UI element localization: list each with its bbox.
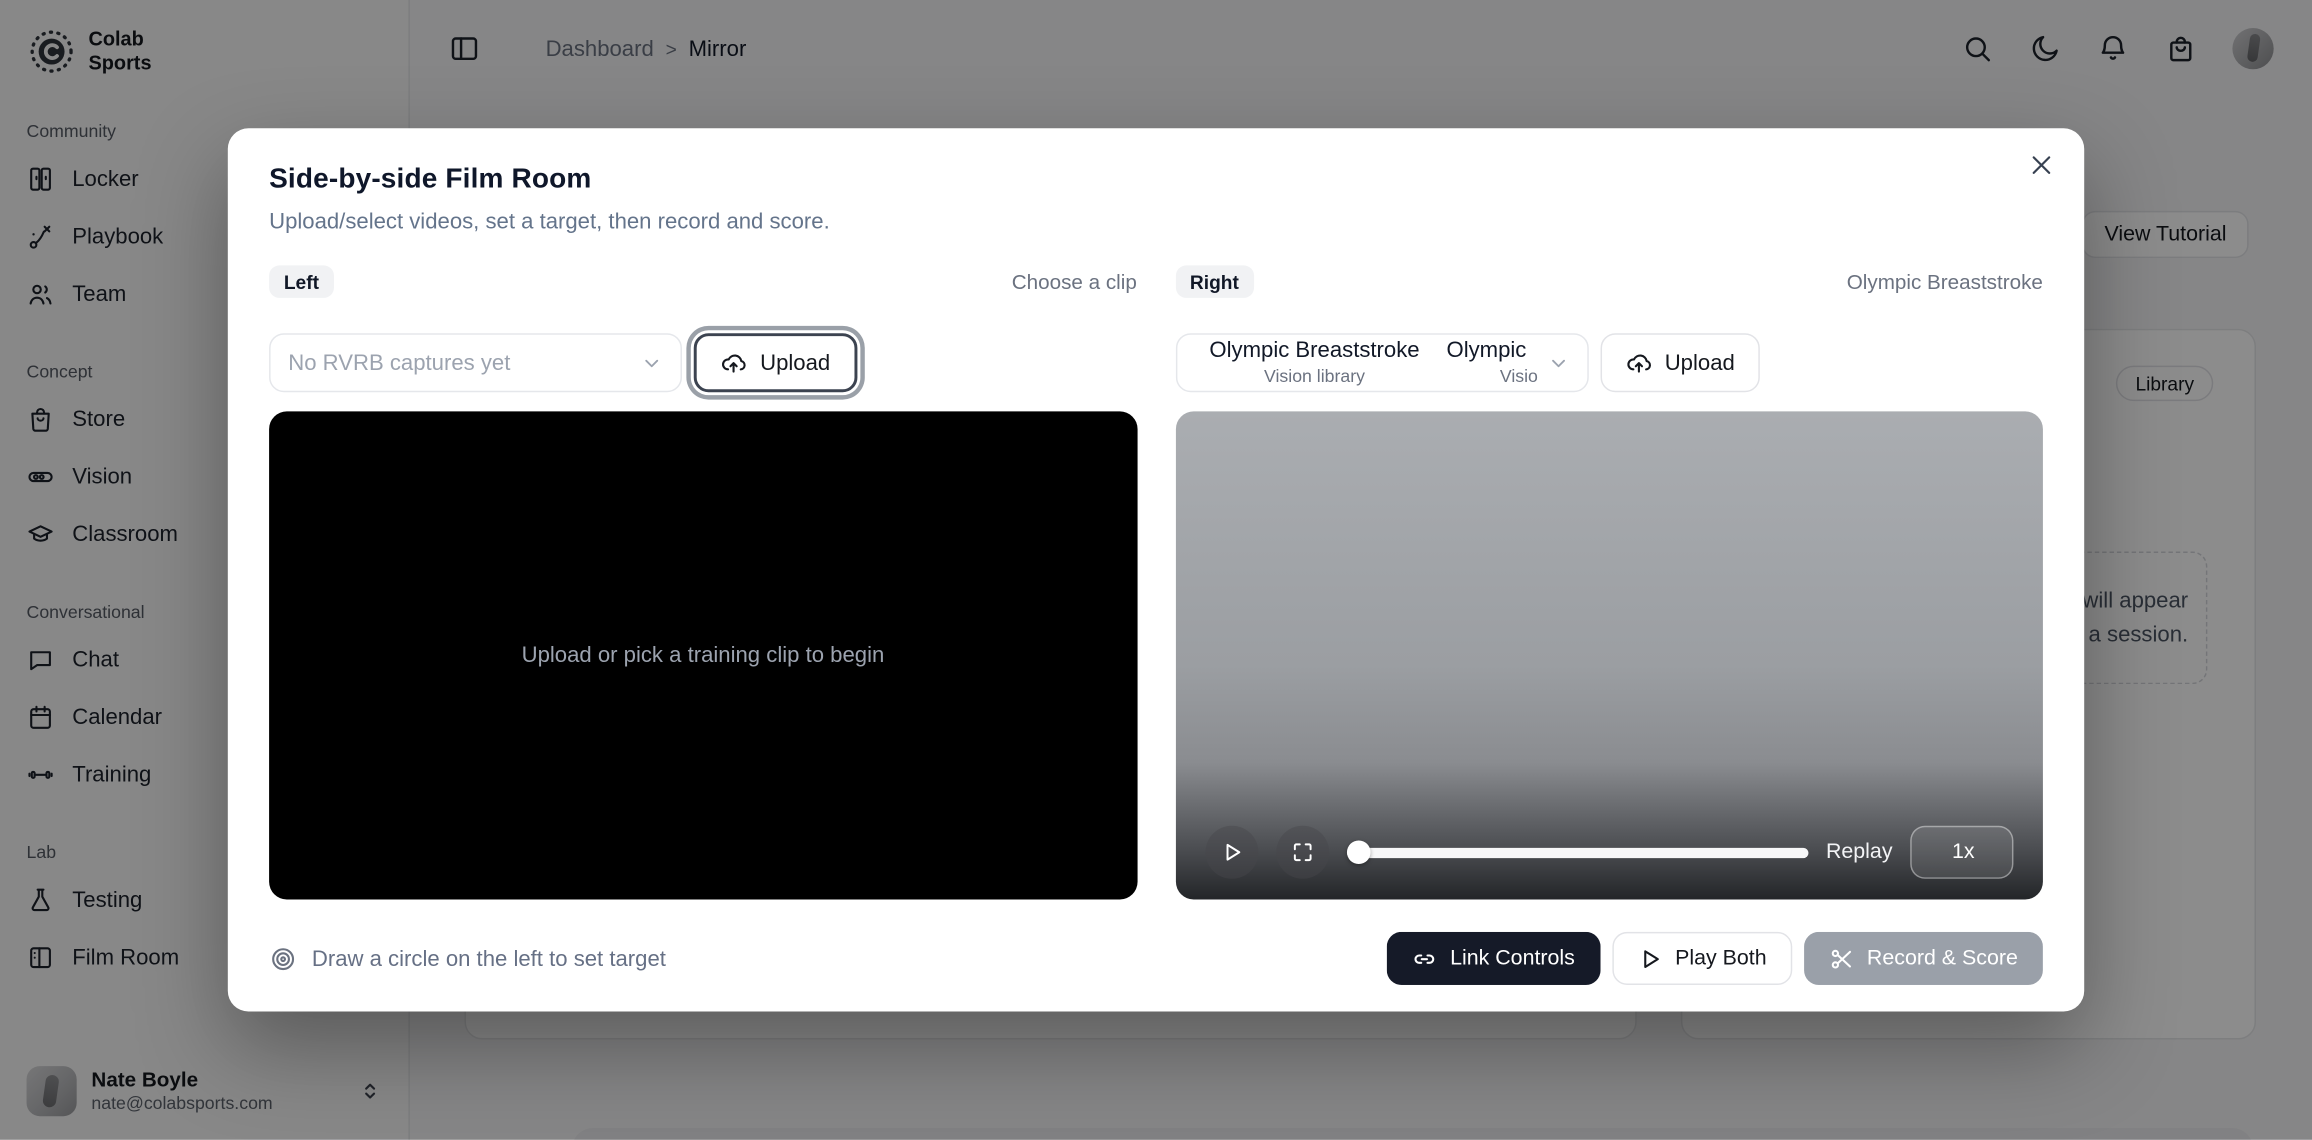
left-panel-header: Left Choose a clip xyxy=(269,265,1137,297)
close-icon[interactable] xyxy=(2028,152,2055,179)
left-video-canvas[interactable]: Upload or pick a training clip to begin xyxy=(269,411,1137,899)
upload-label: Upload xyxy=(760,350,830,375)
option-source: Vision library xyxy=(1264,365,1365,387)
replay-label[interactable]: Replay xyxy=(1826,840,1893,864)
left-upload-button[interactable]: Upload xyxy=(694,333,857,392)
dialog-title: Side-by-side Film Room xyxy=(269,164,2043,196)
left-clip-select[interactable]: No RVRB captures yet xyxy=(269,333,682,392)
right-clip-select[interactable]: Olympic Breaststroke Vision library Olym… xyxy=(1175,333,1588,392)
play-button[interactable] xyxy=(1205,826,1258,879)
fullscreen-icon xyxy=(1290,840,1314,864)
link-controls-label: Link Controls xyxy=(1450,947,1575,971)
left-controls-row: No RVRB captures yet Upload xyxy=(269,333,1137,392)
left-badge: Left xyxy=(269,265,334,297)
left-clip-hint: Choose a clip xyxy=(1012,270,1137,294)
side-by-side-film-room-dialog: Side-by-side Film Room Upload/select vid… xyxy=(228,128,2084,1011)
play-icon xyxy=(1637,946,1662,971)
panel-headers: Left Choose a clip Right Olympic Breasts… xyxy=(269,265,2043,297)
playback-speed-select[interactable]: 1x xyxy=(1910,826,2013,879)
link-controls-button[interactable]: Link Controls xyxy=(1387,932,1600,985)
chevron-down-icon xyxy=(1547,352,1569,374)
play-both-button[interactable]: Play Both xyxy=(1612,932,1792,985)
cloud-upload-icon xyxy=(720,349,747,376)
left-select-value: No RVRB captures yet xyxy=(288,350,632,375)
cloud-upload-icon xyxy=(1625,349,1652,376)
footer-actions: Link Controls Play Both Record & Score xyxy=(1387,932,2043,985)
right-upload-button[interactable]: Upload xyxy=(1600,333,1760,392)
right-badge: Right xyxy=(1175,265,1253,297)
target-icon xyxy=(269,944,297,972)
chevron-down-icon xyxy=(641,352,663,374)
right-video-player[interactable]: Replay 1x xyxy=(1175,411,2043,899)
seek-track xyxy=(1346,847,1808,857)
screen: Colab Sports Community Locker Playbook T… xyxy=(0,0,2312,1140)
seek-slider[interactable] xyxy=(1346,840,1808,864)
panel-controls: No RVRB captures yet Upload Olympic Brea… xyxy=(269,316,2043,393)
seek-thumb[interactable] xyxy=(1346,840,1370,864)
right-panel-header: Right Olympic Breaststroke xyxy=(1175,265,2043,297)
scissors-icon xyxy=(1829,946,1854,971)
video-panels: Upload or pick a training clip to begin … xyxy=(269,411,2043,899)
dialog-footer: Draw a circle on the left to set target … xyxy=(269,932,2043,985)
target-hint: Draw a circle on the left to set target xyxy=(269,944,666,972)
record-score-button[interactable]: Record & Score xyxy=(1804,932,2043,985)
dialog-subtitle: Upload/select videos, set a target, then… xyxy=(269,209,2043,234)
next-option-truncated: Olympic Visio xyxy=(1446,338,1537,388)
option-source: Visio xyxy=(1500,365,1538,387)
option-title: Olympic xyxy=(1446,338,1526,366)
right-controls-row: Olympic Breaststroke Vision library Olym… xyxy=(1175,333,2043,392)
selected-option: Olympic Breaststroke Vision library xyxy=(1194,338,1434,388)
play-icon xyxy=(1219,840,1243,864)
record-score-label: Record & Score xyxy=(1867,947,2018,971)
option-title: Olympic Breaststroke xyxy=(1209,338,1419,366)
fullscreen-button[interactable] xyxy=(1275,826,1328,879)
target-hint-text: Draw a circle on the left to set target xyxy=(312,946,666,971)
left-video-placeholder: Upload or pick a training clip to begin xyxy=(522,643,885,668)
player-controls: Replay 1x xyxy=(1205,826,2014,879)
right-clip-title: Olympic Breaststroke xyxy=(1847,270,2043,294)
upload-label: Upload xyxy=(1665,350,1735,375)
link-icon xyxy=(1412,946,1437,971)
play-both-label: Play Both xyxy=(1675,947,1767,971)
